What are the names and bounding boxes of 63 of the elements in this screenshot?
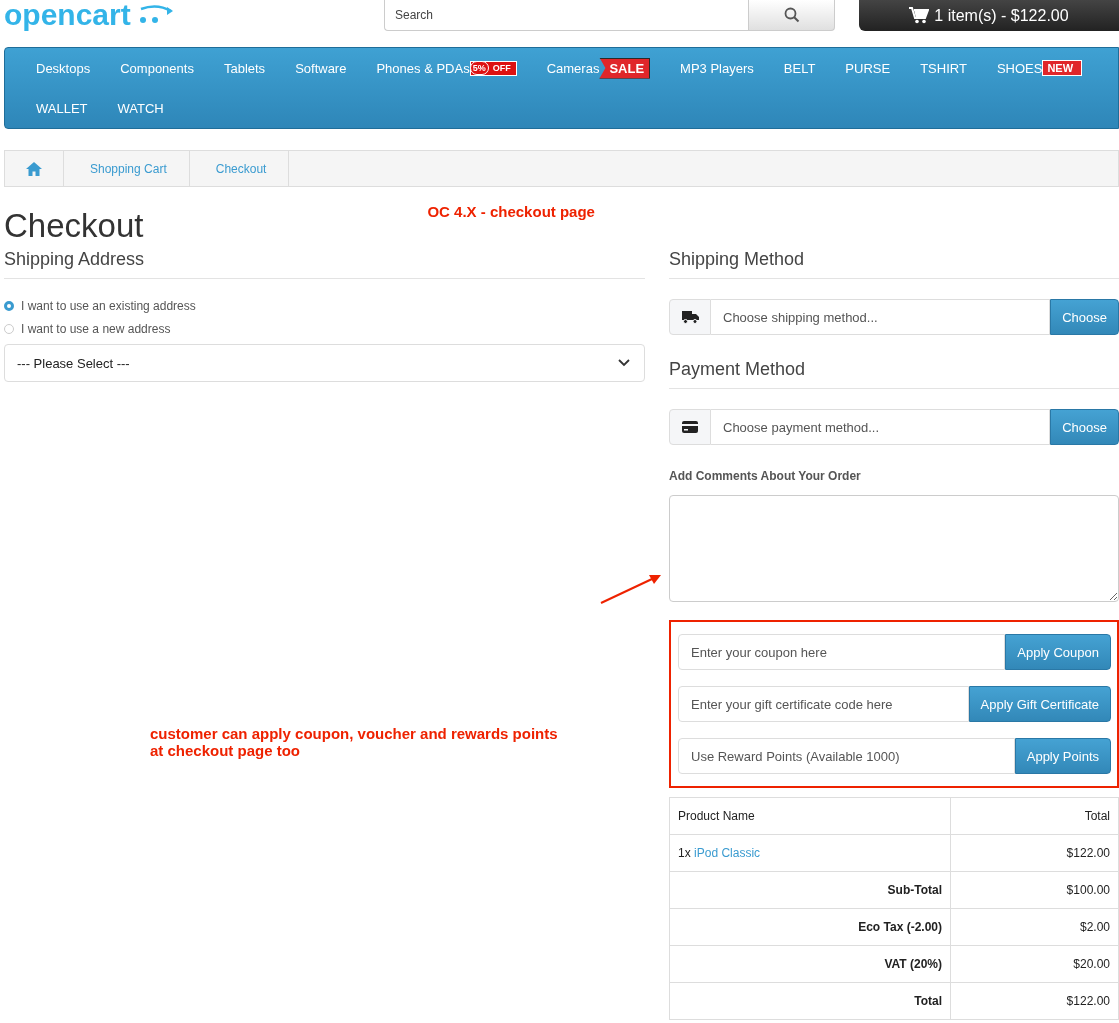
table-cell: Eco Tax (-2.00) — [669, 908, 951, 946]
menu-item[interactable]: WALLET — [36, 100, 88, 116]
address-radio[interactable]: I want to use an existing address — [4, 299, 645, 313]
table-cell: VAT (20%) — [669, 945, 951, 983]
method-field[interactable]: Choose shipping method... — [711, 299, 1051, 335]
table-cell: $20.00 — [950, 945, 1119, 983]
product-link[interactable]: iPod Classic — [694, 846, 761, 860]
address-select[interactable]: --- Please Select --- — [4, 344, 645, 382]
search-icon — [783, 7, 800, 23]
menu-item[interactable]: Components — [120, 60, 194, 76]
comments-field[interactable] — [669, 495, 1119, 602]
menu-item[interactable]: Tablets — [223, 60, 266, 76]
quantity-text: 1x — [678, 846, 691, 860]
column-header: Total — [950, 797, 1119, 835]
logo[interactable]: opencart — [4, 0, 177, 30]
annotation-text: OC 4.X - checkout page — [427, 203, 595, 220]
menu-item[interactable]: PURSE — [845, 60, 891, 76]
menu-item[interactable]: BELT — [783, 60, 816, 76]
breadcrumb-link[interactable]: Shopping Cart — [64, 151, 190, 186]
new-badge: NEW — [1042, 60, 1083, 76]
table-cell: $100.00 — [950, 871, 1119, 909]
discount-badge: 5% OFF — [469, 60, 517, 76]
field-label: Add Comments About Your Order — [669, 469, 862, 483]
code-field[interactable]: Enter your coupon here — [678, 634, 1006, 670]
menu-item[interactable]: MP3 Players — [680, 60, 754, 76]
code-field[interactable]: Enter your gift certificate code here — [678, 686, 969, 722]
truck-icon — [681, 310, 699, 324]
menu-item[interactable]: TSHIRT — [920, 60, 967, 76]
annotation-text: customer can apply coupon, voucher and rewards points at checkout page too — [150, 725, 559, 759]
section-heading: Shipping Address — [4, 249, 645, 279]
page-title: Checkout — [4, 207, 144, 245]
section-heading: Payment Method — [669, 359, 1119, 389]
menu-item[interactable]: Phones & PDAs — [376, 60, 470, 76]
table-cell: $122.00 — [950, 834, 1119, 872]
code-field[interactable]: Use Reward Points (Available 1000) — [678, 738, 1015, 774]
credit-card-icon — [682, 421, 698, 433]
chevron-down-icon — [618, 359, 630, 367]
table-cell: $122.00 — [950, 982, 1119, 1020]
column-header: Product Name — [669, 797, 951, 835]
address-radio[interactable]: I want to use a new address — [4, 322, 645, 336]
choose-button[interactable]: Choose — [1050, 299, 1119, 335]
sale-badge: SALE — [599, 57, 651, 79]
breadcrumb-link[interactable]: Checkout — [189, 151, 290, 186]
table-cell: Total — [669, 982, 951, 1020]
section-heading: Shipping Method — [669, 249, 1119, 279]
menu-item[interactable]: WATCH — [117, 100, 164, 116]
menu-item[interactable]: SHOES — [996, 60, 1043, 76]
menu-item[interactable]: Cameras — [546, 60, 600, 76]
search-field[interactable]: Search — [384, 0, 748, 31]
table-cell: Sub-Total — [669, 871, 951, 909]
choose-button[interactable]: Choose — [1050, 409, 1119, 445]
menu-item[interactable]: Software — [295, 60, 347, 76]
table-cell: $2.00 — [950, 908, 1119, 946]
cart-icon — [909, 7, 930, 24]
method-field[interactable]: Choose payment method... — [711, 409, 1051, 445]
home-icon — [25, 160, 43, 177]
search-button[interactable] — [748, 0, 835, 31]
menu-item[interactable]: Desktops — [36, 60, 91, 76]
apply-button[interactable]: Apply Coupon — [1005, 634, 1111, 670]
cart-button[interactable]: 1 item(s) - $122.00 — [859, 0, 1119, 31]
apply-button[interactable]: Apply Points — [1014, 738, 1111, 774]
apply-button[interactable]: Apply Gift Certificate — [968, 686, 1111, 722]
annotation-arrow — [600, 573, 662, 605]
